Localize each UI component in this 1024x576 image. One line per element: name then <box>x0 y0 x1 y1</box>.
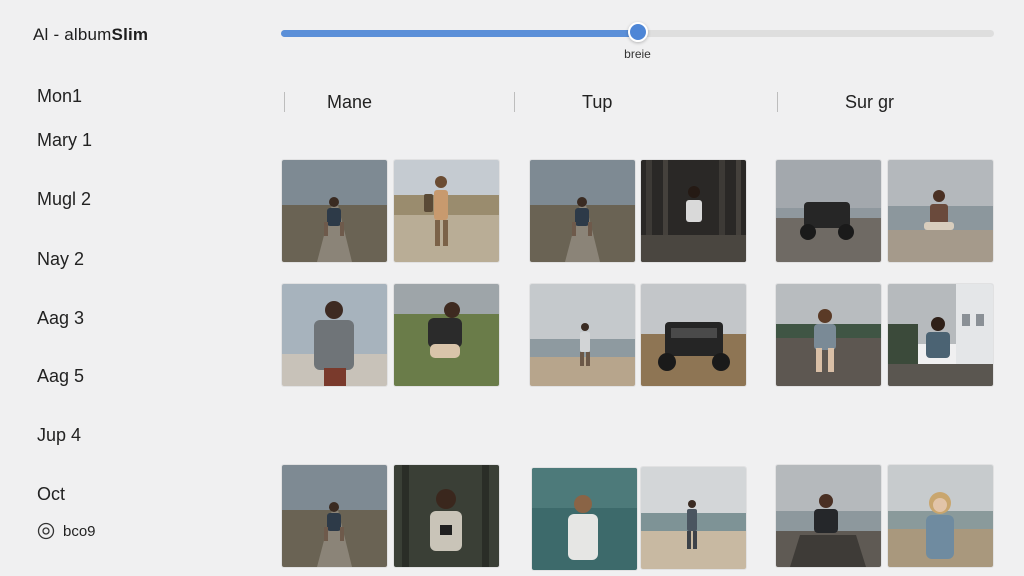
zoom-slider[interactable]: breie <box>281 22 994 61</box>
slider-thumb[interactable] <box>627 22 648 42</box>
sidebar-footer-label: bco9 <box>63 522 96 540</box>
sidebar-item-nay-2[interactable]: Nay 2 <box>37 249 84 270</box>
column-label-mane[interactable]: Mane <box>327 92 372 113</box>
photo-jeep-front[interactable] <box>641 284 746 386</box>
photo-girl-in-sweater[interactable] <box>282 284 387 386</box>
column-divider <box>514 92 515 112</box>
sidebar-item-mon1[interactable]: Mon1 <box>37 86 82 107</box>
sidebar-item-mugl-2[interactable]: Mugl 2 <box>37 189 91 210</box>
photo-person-walking-on-shore[interactable] <box>641 467 746 569</box>
at-sign-icon <box>37 522 55 540</box>
photo-jeep-on-beach[interactable] <box>776 160 881 262</box>
photo-person-in-forest[interactable] <box>641 160 746 262</box>
sidebar-item-aag-5[interactable]: Aag 5 <box>37 366 84 387</box>
photo-person-on-road[interactable] <box>282 160 387 262</box>
column-header-1[interactable] <box>284 90 285 114</box>
photo-girl-in-forest[interactable] <box>394 465 499 567</box>
column-header-3[interactable] <box>777 90 778 114</box>
slider-caption: breie <box>624 47 651 61</box>
photo-girl-on-boardwalk[interactable] <box>776 465 881 567</box>
photo-person-sitting-on-beach[interactable] <box>888 160 993 262</box>
sidebar-item-aag-3[interactable]: Aag 3 <box>37 308 84 329</box>
slider-fill <box>281 30 638 37</box>
column-header-2[interactable] <box>514 90 515 114</box>
photo-girl-crouching-in-grass[interactable] <box>394 284 499 386</box>
sidebar-item-oct[interactable]: Oct <box>37 484 65 505</box>
photo-girl-at-sea[interactable] <box>532 468 637 570</box>
photo-person-on-road-3[interactable] <box>282 465 387 567</box>
photo-girl-by-building[interactable] <box>888 284 993 386</box>
sidebar-footer[interactable]: bco9 <box>37 522 96 540</box>
sidebar-item-mary-1[interactable]: Mary 1 <box>37 130 92 151</box>
photo-blonde-girl-on-beach[interactable] <box>888 465 993 567</box>
sidebar-item-jup-4[interactable]: Jup 4 <box>37 425 81 446</box>
column-label-sur-gr[interactable]: Sur gr <box>845 92 894 113</box>
column-divider <box>777 92 778 112</box>
photo-girl-on-pier[interactable] <box>776 284 881 386</box>
photo-hiker-with-backpack[interactable] <box>394 160 499 262</box>
photo-person-walking-on-beach[interactable] <box>530 284 635 386</box>
column-label-tup[interactable]: Tup <box>582 92 612 113</box>
sidebar: Mon1 Mary 1 Mugl 2 Nay 2 Aag 3 Aag 5 Jup… <box>37 0 237 576</box>
photo-person-on-road-2[interactable] <box>530 160 635 262</box>
column-divider <box>284 92 285 112</box>
